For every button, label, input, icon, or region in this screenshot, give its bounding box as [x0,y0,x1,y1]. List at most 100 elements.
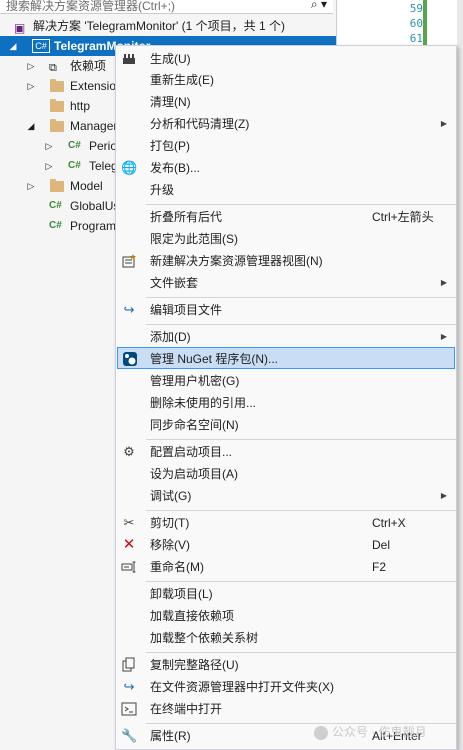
expand-arrow-icon[interactable]: ▷ [44,156,54,176]
menu-shortcut: Del [372,538,391,552]
tree-label: http [70,99,91,113]
menu-label: 重命名(M) [150,560,204,574]
menu-item-debug[interactable]: 调试(G) ▶ [117,485,455,507]
expand-arrow-icon[interactable]: ▷ [26,76,36,96]
remove-icon: ✕ [122,536,136,553]
menu-label: 删除未使用的引用... [150,396,257,410]
expand-arrow-icon[interactable]: ▷ [26,56,36,76]
solution-explorer-search-input[interactable]: 搜索解决方案资源管理器(Ctrl+;) ⌕ ▾ [0,0,333,14]
watermark: 公众号 · 伤鬼靓月 [314,722,427,742]
submenu-arrow-icon: ▶ [440,332,447,341]
menu-item-load-direct-deps[interactable]: 加载直接依赖项 [117,605,455,627]
open-folder-icon: ↪ [123,679,135,694]
menu-label: 在文件资源管理器中打开文件夹(X) [150,680,334,694]
menu-item-configure-startup[interactable]: ⚙ 配置启动项目... [117,441,455,463]
tree-label: 依赖项 [70,59,107,73]
menu-shortcut: Ctrl+X [372,516,406,530]
new-view-icon [121,253,137,269]
menu-item-build[interactable]: 生成(U) [117,48,455,70]
submenu-arrow-icon: ▶ [440,119,447,128]
menu-item-analyze[interactable]: 分析和代码清理(Z) ▶ [117,113,455,135]
menu-item-copy-full-path[interactable]: 复制完整路径(U) [117,654,455,676]
menu-label: 属性(R) [150,729,191,743]
submenu-arrow-icon: ▶ [440,278,447,287]
menu-item-manage-nuget[interactable]: 管理 NuGet 程序包(N)... [117,347,455,369]
solution-label: 解决方案 'TelegramMonitor' (1 个项目，共 1 个) [33,19,285,33]
solution-icon: ▣ [14,21,26,35]
menu-label: 卸载项目(L) [150,587,213,601]
tree-label: Model [70,179,103,193]
menu-item-remove[interactable]: ✕ 移除(V) Del [117,534,455,556]
menu-label: 升级 [150,183,175,197]
menu-item-sync-namespaces[interactable]: 同步命名空间(N) [117,414,455,436]
menu-separator [146,297,456,298]
menu-label: 添加(D) [150,330,191,344]
tree-label: Program [70,219,117,233]
menu-item-collapse-all[interactable]: 折叠所有后代 Ctrl+左箭头 [117,206,455,228]
dependencies-icon: ⧉ [49,62,57,74]
menu-label: 生成(U) [150,52,191,66]
rename-icon [121,559,137,575]
menu-separator [146,581,456,582]
menu-item-set-startup[interactable]: 设为启动项目(A) [117,463,455,485]
menu-item-clean[interactable]: 清理(N) [117,91,455,113]
menu-separator [146,510,456,511]
menu-label: 打包(P) [150,139,190,153]
menu-item-edit-project[interactable]: ↪ 编辑项目文件 [117,299,455,321]
search-icon[interactable]: ⌕ ▾ [311,0,327,12]
menu-label: 移除(V) [150,538,190,552]
line-number: 61 [409,32,423,44]
nuget-icon [122,351,138,367]
menu-item-add[interactable]: 添加(D) ▶ [117,326,455,348]
menu-item-new-view[interactable]: 新建解决方案资源管理器视图(N) [117,250,455,272]
context-menu: 生成(U) 重新生成(E) 清理(N) 分析和代码清理(Z) ▶ 打包(P) 🌐… [115,45,457,750]
folder-icon [50,179,64,192]
menu-item-rebuild[interactable]: 重新生成(E) [117,69,455,91]
menu-separator [146,324,456,325]
menu-item-user-secrets[interactable]: 管理用户机密(G) [117,370,455,392]
menu-label: 加载整个依赖关系树 [150,631,259,645]
change-marker [423,0,427,48]
globe-icon: 🌐 [121,160,138,175]
editor-scrollbar[interactable] [457,0,463,750]
menu-separator [146,652,456,653]
build-icon [121,51,137,67]
csharp-icon: C# [49,200,62,211]
line-number: 59 [409,2,423,15]
collapse-arrow-icon[interactable]: ◢ [26,116,36,136]
tree-row-solution[interactable]: ▣ 解决方案 'TelegramMonitor' (1 个项目，共 1 个) [0,16,336,36]
menu-label: 在终端中打开 [150,702,223,716]
menu-item-unload-project[interactable]: 卸载项目(L) [117,583,455,605]
expand-arrow-icon[interactable]: ▷ [44,136,54,156]
menu-item-pack[interactable]: 打包(P) [117,135,455,157]
menu-item-file-nesting[interactable]: 文件嵌套 ▶ [117,272,455,294]
menu-label: 编辑项目文件 [150,303,223,317]
menu-separator [146,439,456,440]
menu-item-upgrade[interactable]: 升级 [117,179,455,201]
scissors-icon: ✂ [123,515,135,530]
menu-item-scope[interactable]: 限定为此范围(S) [117,228,455,250]
menu-label: 同步命名空间(N) [150,418,239,432]
wrench-icon: 🔧 [121,728,138,743]
menu-label: 加载直接依赖项 [150,609,235,623]
menu-label: 管理 NuGet 程序包(N)... [150,352,279,366]
menu-label: 新建解决方案资源管理器视图(N) [150,254,323,268]
collapse-arrow-icon[interactable]: ◢ [8,36,18,56]
watermark-text: 公众号 · 伤鬼靓月 [332,725,427,739]
menu-item-open-in-terminal[interactable]: 在终端中打开 [117,698,455,720]
menu-item-open-in-explorer[interactable]: ↪ 在文件资源管理器中打开文件夹(X) [117,676,455,698]
menu-label: 剪切(T) [150,516,190,530]
wechat-icon [314,725,328,740]
csharp-icon: C# [49,220,62,231]
menu-item-cut[interactable]: ✂ 剪切(T) Ctrl+X [117,512,455,534]
menu-item-publish[interactable]: 🌐 发布(B)... [117,157,455,179]
menu-item-load-dep-tree[interactable]: 加载整个依赖关系树 [117,627,455,649]
menu-item-rename[interactable]: 重命名(M) F2 [117,556,455,578]
copy-path-icon [121,657,137,673]
expand-arrow-icon[interactable]: ▷ [26,176,36,196]
menu-label: 配置启动项目... [150,445,233,459]
menu-label: 复制完整路径(U) [150,658,239,672]
menu-label: 限定为此范围(S) [150,232,238,246]
menu-item-remove-unused-refs[interactable]: 删除未使用的引用... [117,392,455,414]
gear-icon: ⚙ [123,444,135,459]
